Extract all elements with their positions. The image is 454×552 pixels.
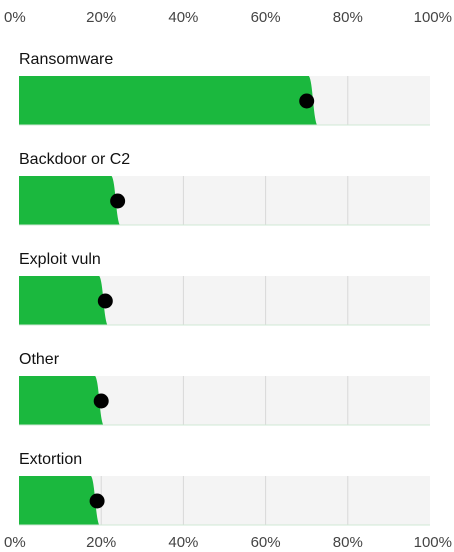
bottom-tick-label: 100% xyxy=(414,534,452,551)
bottom-axis: 0% 20% 40% 60% 80% 100% xyxy=(4,534,452,551)
marker-dot xyxy=(97,293,113,309)
bar-row: Exploit vuln xyxy=(19,251,430,326)
bar xyxy=(19,276,108,325)
bar-rows: Ransomware Backdoor or C2 Exploit vuln Othe… xyxy=(19,51,430,526)
category-label: Extortion xyxy=(19,451,82,468)
top-tick-label: 80% xyxy=(333,9,363,26)
bottom-tick-label: 40% xyxy=(168,534,198,551)
marker-dot xyxy=(299,93,315,109)
bar xyxy=(19,176,120,225)
top-tick-label: 40% xyxy=(168,9,198,26)
chart: 0% 20% 40% 60% 80% 100% Ransomware Backdoor or… xyxy=(4,9,452,551)
bottom-tick-label: 20% xyxy=(86,534,116,551)
category-label: Ransomware xyxy=(19,51,113,68)
bar-row: Extortion xyxy=(19,451,430,526)
bar xyxy=(19,376,104,425)
top-tick-label: 20% xyxy=(86,9,116,26)
bar-row: Other xyxy=(19,351,430,426)
category-label: Backdoor or C2 xyxy=(19,151,130,168)
category-label: Exploit vuln xyxy=(19,251,101,268)
bar xyxy=(19,476,100,525)
bar-row: Backdoor or C2 xyxy=(19,151,430,226)
bottom-tick-label: 80% xyxy=(333,534,363,551)
category-label: Other xyxy=(19,351,60,368)
top-tick-label: 0% xyxy=(4,9,26,26)
top-axis: 0% 20% 40% 60% 80% 100% xyxy=(4,9,452,26)
marker-dot xyxy=(89,493,105,509)
bottom-tick-label: 60% xyxy=(251,534,281,551)
top-tick-label: 100% xyxy=(414,9,452,26)
bar xyxy=(19,76,317,125)
top-tick-label: 60% xyxy=(251,9,281,26)
marker-dot xyxy=(93,393,109,409)
bottom-tick-label: 0% xyxy=(4,534,26,551)
marker-dot xyxy=(110,193,126,209)
bar-row: Ransomware xyxy=(19,51,430,126)
